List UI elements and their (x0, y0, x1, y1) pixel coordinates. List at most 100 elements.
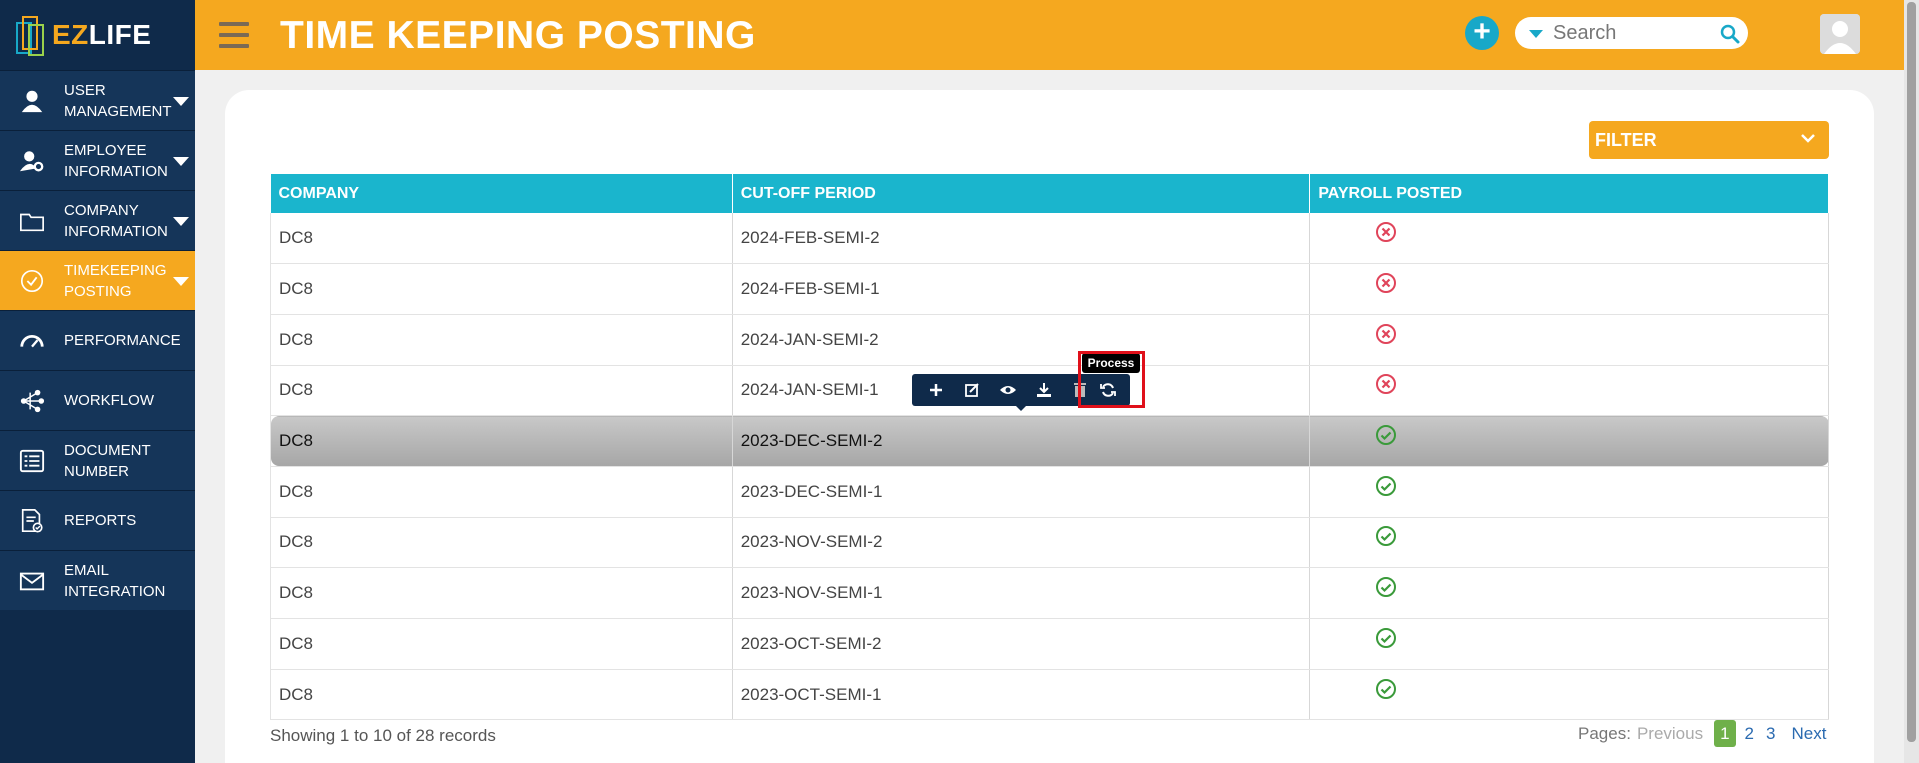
filter-button[interactable]: FILTER (1589, 121, 1829, 159)
company-cell: DC8 (270, 618, 733, 670)
sidebar-item-employee-information[interactable]: EMPLOYEE INFORMATION (0, 130, 195, 190)
edit-icon[interactable] (962, 380, 982, 400)
folder-icon (18, 207, 46, 235)
company-cell: DC8 (270, 365, 733, 417)
sidebar-item-email-integration[interactable]: EMAIL INTEGRATION (0, 550, 195, 610)
download-icon[interactable] (1034, 380, 1054, 400)
workflow-icon (18, 387, 46, 415)
company-cell: DC8 (270, 517, 733, 569)
app-logo[interactable]: EZLIFE (0, 0, 195, 70)
sidebar-item-label: USER MANAGEMENT (64, 81, 172, 120)
sidebar-item-user-management[interactable]: USER MANAGEMENT (0, 70, 195, 130)
menu-toggle-icon[interactable] (219, 22, 249, 48)
company-cell: DC8 (270, 567, 733, 619)
payroll-posted-cell (1309, 314, 1829, 366)
previous-page-link[interactable]: Previous (1637, 724, 1703, 744)
filter-label: FILTER (1595, 130, 1657, 150)
delete-icon[interactable] (1070, 380, 1090, 400)
search-filter-dropdown-icon[interactable] (1529, 30, 1543, 38)
records-info: Showing 1 to 10 of 28 records (270, 726, 496, 745)
posted-check-icon (1376, 627, 1397, 648)
sidebar-item-label: WORKFLOW (64, 392, 154, 409)
payroll-posted-cell (1309, 567, 1829, 619)
add-button[interactable]: + (1465, 16, 1499, 50)
cutoff-period-cell: 2023-NOV-SEMI-1 (732, 567, 1311, 619)
payroll-posted-cell (1309, 213, 1829, 265)
page-link-2[interactable]: 2 (1745, 724, 1754, 743)
payroll-posted-cell (1309, 466, 1829, 518)
sidebar-item-company-information[interactable]: COMPANY INFORMATION (0, 190, 195, 250)
row-action-toolbar (912, 374, 1130, 411)
user-icon (18, 87, 46, 115)
page-link-3[interactable]: 3 (1766, 724, 1775, 743)
payroll-posted-cell (1309, 415, 1829, 467)
table-row[interactable]: DC8 2023-DEC-SEMI-2 (270, 415, 1829, 467)
caret-down-icon[interactable] (173, 217, 189, 226)
cutoff-period-cell: 2023-NOV-SEMI-2 (732, 517, 1311, 569)
not-posted-x-icon (1376, 222, 1397, 243)
mail-icon (18, 567, 46, 595)
caret-down-icon[interactable] (173, 157, 189, 166)
sidebar-item-label: PERFORMANCE (64, 332, 181, 349)
sidebar-item-workflow[interactable]: WORKFLOW (0, 370, 195, 430)
table-row[interactable]: DC8 2024-FEB-SEMI-1 (270, 263, 1829, 315)
table-row[interactable]: DC8 2023-OCT-SEMI-2 (270, 618, 1829, 670)
cutoff-period-cell: 2023-OCT-SEMI-2 (732, 618, 1311, 670)
user-avatar[interactable] (1820, 14, 1860, 54)
table-row[interactable]: DC8 2024-FEB-SEMI-2 (270, 213, 1829, 265)
column-header-cutoff-period[interactable]: CUT-OFF PERIOD (732, 174, 1311, 213)
posted-check-icon (1376, 526, 1397, 547)
page-scrollbar[interactable] (1904, 0, 1919, 763)
sidebar-item-label: COMPANY INFORMATION (64, 201, 168, 240)
toolbar-pointer (1016, 406, 1026, 411)
table-header-row: COMPANY CUT-OFF PERIOD PAYROLL POSTED (270, 174, 1829, 213)
list-icon (18, 447, 46, 475)
caret-down-icon[interactable] (173, 97, 189, 106)
posted-check-icon (1376, 425, 1397, 446)
page-link-1[interactable]: 1 (1714, 720, 1736, 747)
table-row[interactable]: DC8 2024-JAN-SEMI-2 (270, 314, 1829, 366)
column-header-company[interactable]: COMPANY (270, 174, 733, 213)
posted-check-icon (1376, 577, 1397, 598)
sidebar-item-label: EMAIL INTEGRATION (64, 561, 166, 600)
view-icon[interactable] (998, 380, 1018, 400)
cutoff-period-cell: 2024-FEB-SEMI-2 (732, 213, 1311, 265)
not-posted-x-icon (1376, 323, 1397, 344)
posted-check-icon (1376, 678, 1397, 699)
sidebar-item-reports[interactable]: REPORTS (0, 490, 195, 550)
table-row[interactable]: DC8 2023-NOV-SEMI-1 (270, 567, 1829, 619)
table-row[interactable]: DC8 2023-DEC-SEMI-1 (270, 466, 1829, 518)
search-input[interactable] (1553, 21, 1723, 45)
sidebar-item-timekeeping-posting[interactable]: TIMEKEEPING POSTING (0, 250, 195, 310)
check-circle-icon (18, 267, 46, 295)
table-row[interactable]: DC8 2023-NOV-SEMI-2 (270, 517, 1829, 569)
column-header-payroll-posted[interactable]: PAYROLL POSTED (1309, 174, 1829, 213)
chevron-down-icon (1801, 134, 1815, 143)
top-header: TIME KEEPING POSTING + (195, 0, 1904, 70)
company-cell: DC8 (270, 213, 733, 265)
gauge-icon (18, 327, 46, 355)
table-row[interactable]: DC8 2023-OCT-SEMI-1 (270, 669, 1829, 721)
sidebar-item-performance[interactable]: PERFORMANCE (0, 310, 195, 370)
process-icon[interactable] (1098, 380, 1118, 400)
brand-ez: EZ (52, 19, 89, 50)
brand-life: LIFE (88, 19, 152, 50)
sidebar-item-document-number[interactable]: DOCUMENT NUMBER (0, 430, 195, 490)
search-box[interactable] (1515, 17, 1748, 49)
avatar-icon (1820, 14, 1860, 54)
posted-check-icon (1376, 475, 1397, 496)
payroll-posted-cell (1309, 365, 1829, 417)
sidebar: EZLIFE USER MANAGEMENT EMPLOYEE INFORMATI… (0, 0, 195, 763)
cutoff-period-cell: 2024-FEB-SEMI-1 (732, 263, 1311, 315)
search-icon[interactable] (1720, 24, 1740, 44)
user-gear-icon (18, 147, 46, 175)
sidebar-item-label: DOCUMENT NUMBER (64, 441, 151, 480)
cutoff-period-cell: 2023-DEC-SEMI-2 (732, 415, 1311, 467)
add-icon[interactable] (926, 380, 946, 400)
next-page-link[interactable]: Next (1791, 724, 1826, 744)
payroll-posted-cell (1309, 263, 1829, 315)
scrollbar-thumb[interactable] (1907, 2, 1916, 742)
pagination: Pages: Previous 123 Next (1578, 720, 1826, 747)
caret-down-icon[interactable] (173, 277, 189, 286)
page-title: TIME KEEPING POSTING (280, 14, 756, 57)
